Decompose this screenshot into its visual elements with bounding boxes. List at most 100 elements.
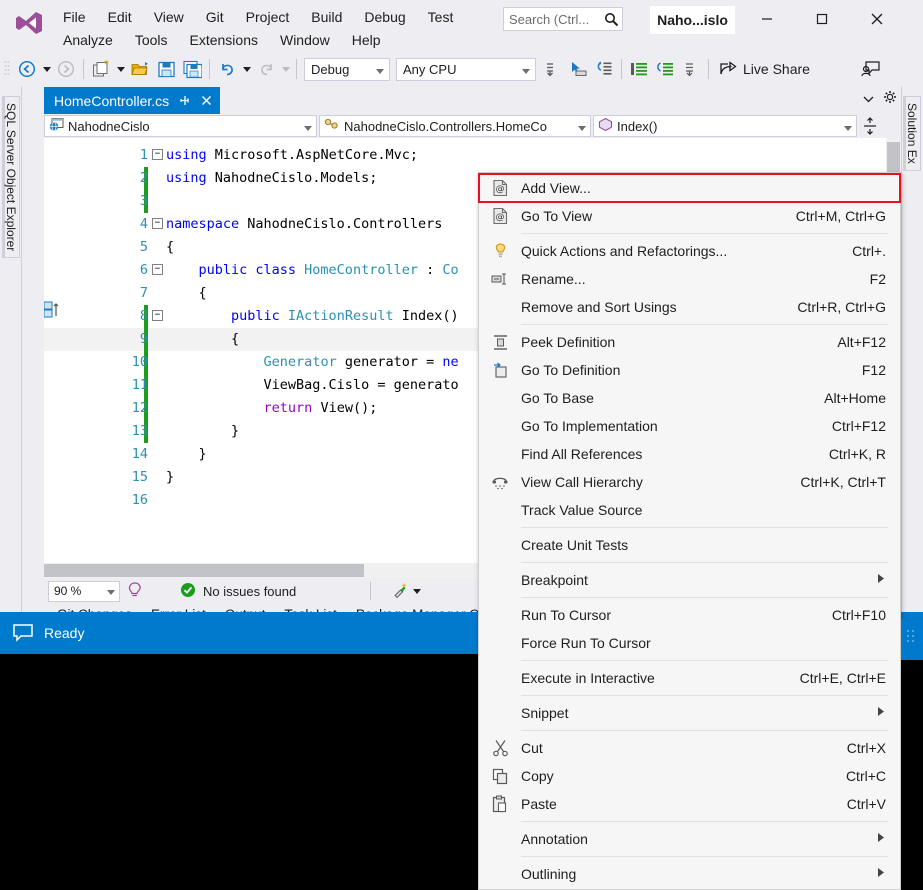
context-menu-item-create-unit-tests[interactable]: Create Unit Tests	[479, 531, 900, 559]
menu-extensions[interactable]: Extensions	[179, 29, 269, 51]
svg-text:@: @	[495, 185, 504, 195]
undo-dropdown[interactable]	[240, 57, 253, 81]
navigate-back-button[interactable]	[14, 57, 40, 81]
gear-icon[interactable]	[883, 90, 897, 107]
menu-test[interactable]: Test	[417, 6, 465, 28]
menu-project[interactable]: Project	[235, 6, 301, 28]
fold-toggle-icon[interactable]: −	[152, 310, 163, 321]
navigate-back-dropdown[interactable]	[40, 57, 53, 81]
outdent-icon[interactable]	[652, 57, 678, 81]
comment-lines-icon[interactable]	[678, 57, 704, 81]
close-icon[interactable]	[199, 94, 213, 108]
menu-view[interactable]: View	[143, 6, 195, 28]
code-text: {	[166, 239, 175, 255]
context-menu-item-track-value-source[interactable]: Track Value Source	[479, 496, 900, 524]
context-menu-item-copy[interactable]: Copy Ctrl+C	[479, 762, 900, 790]
menu-git[interactable]: Git	[195, 6, 235, 28]
new-item-dropdown[interactable]	[114, 57, 127, 81]
context-menu-item-find-all-references[interactable]: Find All References Ctrl+K, R	[479, 440, 900, 468]
undo-icon[interactable]	[214, 57, 240, 81]
new-item-icon[interactable]	[88, 57, 114, 81]
document-tab-home-controller[interactable]: HomeController.cs	[44, 87, 221, 114]
context-menu-item-breakpoint[interactable]: Breakpoint	[479, 566, 900, 594]
menu-analyze[interactable]: Analyze	[52, 29, 124, 51]
menu-debug[interactable]: Debug	[353, 6, 416, 28]
chevron-down-icon	[578, 119, 586, 134]
zoom-level-dropdown[interactable]: 90 %	[48, 580, 120, 602]
step-into-icon[interactable]	[539, 57, 565, 81]
context-menu-separator	[521, 660, 888, 661]
chevron-down-icon[interactable]	[863, 91, 874, 106]
toolbar-grip[interactable]	[4, 59, 14, 79]
context-menu-item-quick-actions-and-refactorings[interactable]: Quick Actions and Refactorings... Ctrl+.	[479, 237, 900, 265]
paste-icon	[479, 790, 521, 818]
line-number: 13	[131, 423, 148, 439]
notification-icon[interactable]	[12, 623, 34, 643]
context-menu-item-go-to-base[interactable]: Go To Base Alt+Home	[479, 384, 900, 412]
save-icon[interactable]	[153, 57, 179, 81]
minimize-button[interactable]	[745, 4, 789, 34]
line-number: 14	[131, 446, 148, 462]
sidebar-item-sql-server-object-explorer[interactable]: SQL Server Object Explorer	[2, 96, 20, 259]
configuration-dropdown[interactable]: Debug	[304, 57, 390, 81]
account-icon[interactable]	[858, 57, 884, 81]
hot-reload-icon[interactable]	[591, 57, 617, 81]
tool-window-resize-nub[interactable]	[901, 619, 923, 660]
redo-icon[interactable]	[253, 57, 279, 81]
navigate-forward-button[interactable]	[53, 57, 79, 81]
issues-status[interactable]: No issues found	[180, 582, 296, 601]
context-menu-item-run-to-cursor[interactable]: Run To Cursor Ctrl+F10	[479, 601, 900, 629]
select-element-icon[interactable]	[565, 57, 591, 81]
menu-help[interactable]: Help	[341, 29, 392, 51]
intellicode-icon[interactable]	[126, 581, 144, 602]
context-menu-item-go-to-view[interactable]: @ Go To View Ctrl+M, Ctrl+G	[479, 202, 900, 230]
save-all-icon[interactable]	[179, 57, 205, 81]
navbar-type-dropdown[interactable]: NahodneCislo.Controllers.HomeCo	[319, 115, 591, 137]
no-icon	[479, 825, 521, 853]
code-text: {	[166, 331, 240, 347]
code-line[interactable]: 1− using Microsoft.AspNetCore.Mvc;	[44, 144, 901, 167]
fold-toggle-icon[interactable]: −	[152, 149, 163, 160]
context-menu-item-remove-and-sort-usings[interactable]: Remove and Sort Usings Ctrl+R, Ctrl+G	[479, 293, 900, 321]
pin-icon[interactable]	[177, 94, 191, 108]
open-file-icon[interactable]	[127, 57, 153, 81]
indent-icon[interactable]	[626, 57, 652, 81]
search-input[interactable]: Search (Ctrl...	[509, 12, 604, 27]
scrollbar-thumb[interactable]	[44, 564, 364, 577]
navbar-member-dropdown[interactable]: Index()	[593, 115, 857, 137]
line-number: 10	[131, 354, 148, 370]
context-menu-item-annotation[interactable]: Annotation	[479, 825, 900, 853]
line-number: 12	[131, 400, 148, 416]
menu-window[interactable]: Window	[269, 29, 341, 51]
menu-build[interactable]: Build	[300, 6, 353, 28]
context-menu-label: Go To Base	[521, 390, 594, 406]
code-cleanup-button[interactable]	[391, 582, 422, 600]
context-menu-item-paste[interactable]: Paste Ctrl+V	[479, 790, 900, 818]
context-menu-item-cut[interactable]: Cut Ctrl+X	[479, 734, 900, 762]
menu-tools[interactable]: Tools	[124, 29, 179, 51]
close-button[interactable]	[855, 4, 899, 34]
menu-edit[interactable]: Edit	[97, 6, 143, 28]
live-share-button[interactable]: Live Share	[713, 56, 816, 83]
line-number: 7	[139, 285, 148, 301]
context-menu-item-snippet[interactable]: Snippet	[479, 699, 900, 727]
search-box[interactable]: Search (Ctrl...	[503, 7, 623, 31]
menu-file[interactable]: File	[52, 6, 97, 28]
context-menu-item-add-view[interactable]: @ Add View...	[478, 173, 901, 203]
split-view-icon[interactable]	[859, 114, 881, 138]
context-menu-item-peek-definition[interactable]: Peek Definition Alt+F12	[479, 328, 900, 356]
context-menu-item-view-call-hierarchy[interactable]: View Call Hierarchy Ctrl+K, Ctrl+T	[479, 468, 900, 496]
maximize-button[interactable]	[800, 4, 844, 34]
context-menu-item-execute-in-interactive[interactable]: Execute in Interactive Ctrl+E, Ctrl+E	[479, 664, 900, 692]
fold-toggle-icon[interactable]: −	[152, 264, 163, 275]
redo-dropdown[interactable]	[279, 57, 292, 81]
fold-toggle-icon[interactable]: −	[152, 218, 163, 229]
line-number: 6	[139, 262, 148, 278]
context-menu-item-go-to-definition[interactable]: Go To Definition F12	[479, 356, 900, 384]
navbar-project-dropdown[interactable]: NahodneCislo	[44, 115, 317, 137]
context-menu-item-force-run-to-cursor[interactable]: Force Run To Cursor	[479, 629, 900, 657]
context-menu-item-go-to-implementation[interactable]: Go To Implementation Ctrl+F12	[479, 412, 900, 440]
context-menu-item-rename[interactable]: Rename... F2	[479, 265, 900, 293]
platform-dropdown[interactable]: Any CPU	[396, 57, 536, 81]
sidebar-item-solution-explorer[interactable]: Solution Ex	[903, 96, 921, 171]
